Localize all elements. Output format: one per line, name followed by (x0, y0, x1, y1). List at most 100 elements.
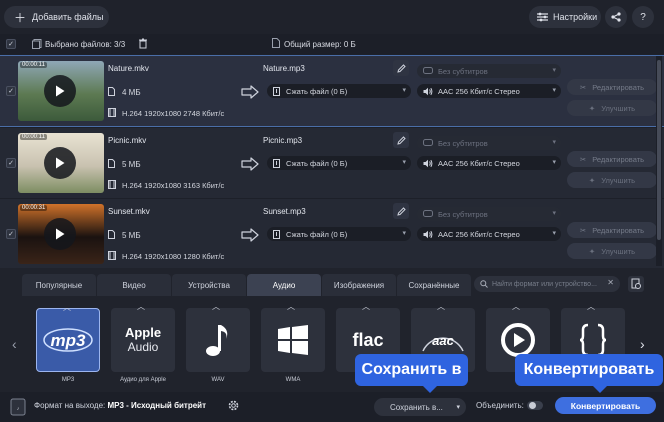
search-placeholder: Найти формат или устройство... (492, 280, 597, 288)
compress-label: Сжать файл (0 Б) (286, 86, 348, 96)
format-tile[interactable]: ︿ mp3 (36, 303, 100, 372)
duration-badge: 00:00:31 (20, 205, 48, 211)
format-tab[interactable]: Аудио (247, 274, 321, 296)
format-tab[interactable]: Устройства (172, 274, 246, 296)
select-all-checkbox[interactable]: ✓ (6, 39, 16, 49)
file-row[interactable]: ✓ 00:00:11 Nature.mkv 4 МБ H.264 1920x10… (0, 55, 664, 127)
play-button[interactable] (44, 218, 76, 250)
aac-icon: aac (419, 323, 467, 357)
rename-button[interactable] (393, 60, 409, 76)
next-formats-arrow[interactable]: › (640, 336, 645, 352)
output-file-name[interactable]: Picnic.mp3 (263, 136, 302, 145)
convert-label: Конвертировать (570, 400, 641, 411)
file-size-value: 5 МБ (122, 160, 141, 169)
chevron-down-icon[interactable]: ▾ (456, 403, 460, 411)
output-file-name[interactable]: Sunset.mp3 (263, 207, 306, 216)
play-circle-icon (500, 322, 536, 358)
compress-dropdown[interactable]: Сжать файл (0 Б) ▾ (267, 156, 411, 170)
play-button[interactable] (44, 147, 76, 179)
plus-icon: ＋ (14, 10, 27, 25)
add-files-button[interactable]: ＋ Добавить файлы (4, 6, 109, 28)
file-row[interactable]: ✓ 00:00:31 Sunset.mkv 5 МБ H.264 1920x10… (0, 199, 664, 269)
codec-info: H.264 1920x1080 2748 Кбит/с (108, 108, 224, 118)
edit-button[interactable]: ✂ Редактировать (567, 79, 657, 95)
device-detect-button[interactable] (628, 276, 644, 292)
compress-icon (273, 158, 280, 168)
format-label: MP3 (61, 377, 75, 383)
file-row[interactable]: ✓ 00:00:11 Picnic.mkv 5 МБ H.264 1920x10… (0, 128, 664, 198)
rename-button[interactable] (393, 132, 409, 148)
convert-button[interactable]: Конвертировать (555, 397, 656, 414)
rename-button[interactable] (393, 203, 409, 219)
total-size-label: Общий размер: 0 Б (284, 40, 356, 49)
file-list-scrollbar[interactable] (656, 56, 662, 266)
edit-button[interactable]: ✂ Редактировать (567, 222, 657, 238)
video-thumbnail[interactable]: 00:00:11 (18, 133, 104, 193)
compress-dropdown[interactable]: Сжать файл (0 Б) ▾ (267, 84, 411, 98)
format-tile[interactable]: ︿ (261, 302, 325, 372)
bottom-bar: ♪ Формат на выходе: MP3 - Исходный битре… (0, 392, 664, 422)
format-tile[interactable]: ︿ Apple Audio (111, 302, 175, 372)
source-file-name: Sunset.mkv (108, 207, 150, 216)
clear-icon[interactable]: ✕ (607, 278, 614, 287)
improve-button[interactable]: ✦ Улучшить (567, 100, 657, 116)
help-button[interactable]: ? (632, 6, 654, 28)
codec-info: H.264 1920x1080 1280 Кбит/с (108, 251, 224, 261)
audio-track-dropdown[interactable]: AAC 256 Кбит/с Стерео ▾ (417, 156, 561, 170)
format-tab[interactable]: Изображения (322, 274, 396, 296)
play-button[interactable] (44, 75, 76, 107)
audio-track-dropdown[interactable]: AAC 256 Кбит/с Стерео ▾ (417, 84, 561, 98)
convert-arrow-icon (241, 228, 259, 242)
format-tile[interactable]: ︿ (186, 302, 250, 372)
trash-icon[interactable] (138, 38, 148, 49)
improve-button[interactable]: ✦ Улучшить (567, 172, 657, 188)
subtitles-dropdown[interactable]: Без субтитров ▾ (417, 64, 561, 78)
edit-label: Редактировать (592, 154, 645, 164)
chevron-down-icon: ▾ (552, 159, 556, 166)
improve-button[interactable]: ✦ Улучшить (567, 243, 657, 259)
compress-label: Сжать файл (0 Б) (286, 158, 348, 168)
file-size-value: 4 МБ (122, 88, 141, 97)
music-note-icon (204, 322, 232, 358)
chevron-down-icon: ▾ (402, 159, 406, 166)
speaker-icon (423, 159, 433, 167)
file-icon (108, 87, 115, 96)
codec-info: H.264 1920x1080 3163 Кбит/с (108, 180, 224, 190)
file-size: 5 МБ (108, 159, 141, 169)
video-thumbnail[interactable]: 00:00:31 (18, 204, 104, 264)
subtitles-dropdown[interactable]: Без субтитров ▾ (417, 207, 561, 221)
subtitles-icon (423, 210, 433, 217)
audio-track-dropdown[interactable]: AAC 256 Кбит/с Стерео ▾ (417, 227, 561, 241)
merge-toggle[interactable] (527, 401, 543, 410)
share-button[interactable] (605, 6, 627, 28)
video-thumbnail[interactable]: 00:00:11 (18, 61, 104, 121)
chevron-up-icon: ︿ (137, 302, 145, 311)
edit-button[interactable]: ✂ Редактировать (567, 151, 657, 167)
format-tab[interactable]: Популярные (22, 274, 96, 296)
output-format: Формат на выходе: MP3 - Исходный битрейт (34, 401, 206, 410)
play-icon (56, 85, 65, 97)
pencil-icon (396, 135, 406, 145)
settings-button[interactable]: Настройки (529, 6, 601, 28)
settings-label: Настройки (553, 12, 598, 22)
output-file-name[interactable]: Nature.mp3 (263, 64, 305, 73)
file-checkbox[interactable]: ✓ (6, 86, 16, 96)
search-icon (480, 280, 488, 288)
files-icon (32, 39, 42, 49)
compress-dropdown[interactable]: Сжать файл (0 Б) ▾ (267, 227, 411, 241)
subtitles-dropdown[interactable]: Без субтитров ▾ (417, 136, 561, 150)
save-to-button[interactable]: Сохранить в... ▾ (374, 398, 466, 416)
prev-formats-arrow[interactable]: ‹ (12, 336, 17, 352)
save-to-tooltip: Сохранить в (355, 354, 468, 393)
edit-label: Редактировать (592, 225, 645, 235)
chevron-up-icon: ︿ (512, 302, 520, 311)
file-checkbox[interactable]: ✓ (6, 158, 16, 168)
format-tab[interactable]: Сохранённые (397, 274, 471, 296)
file-checkbox[interactable]: ✓ (6, 229, 16, 239)
chevron-up-icon: ︿ (212, 302, 220, 311)
format-search-input[interactable]: Найти формат или устройство... ✕ (474, 276, 620, 292)
format-tab[interactable]: Видео (97, 274, 171, 296)
file-icon (108, 230, 115, 239)
gear-icon[interactable] (227, 399, 240, 412)
pencil-icon (396, 206, 406, 216)
